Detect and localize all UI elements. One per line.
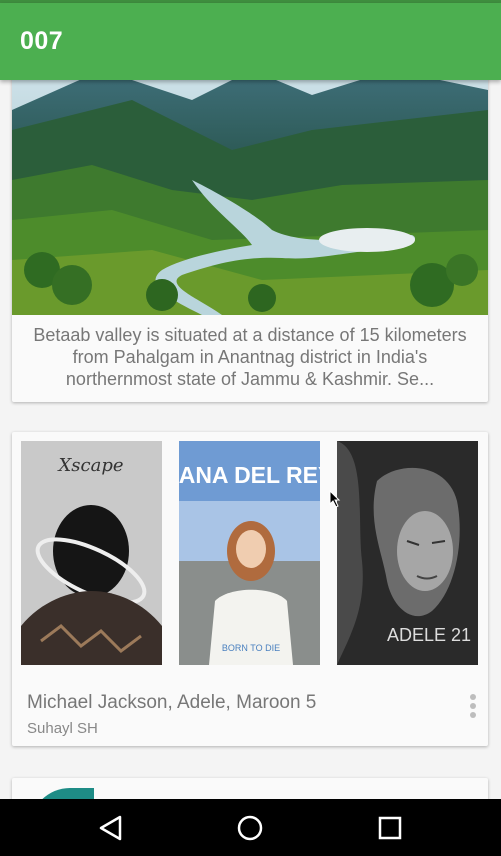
cover-1-title: Xscape [56, 455, 123, 476]
navigation-bar [0, 799, 501, 856]
mouse-cursor-icon [329, 489, 341, 508]
next-card-image [30, 788, 94, 799]
album-cover-adele[interactable]: ADELE 21 [337, 441, 478, 665]
album-cover-lana-del-rey[interactable]: LANA DEL REY BORN TO DIE [179, 441, 320, 665]
app-title: 007 [20, 27, 64, 55]
album-card[interactable]: Xscape LANA DEL REY BORN TO DIE [12, 432, 488, 746]
next-card[interactable] [12, 778, 488, 799]
app-bar: 007 [0, 3, 501, 80]
album-cover-michael-jackson[interactable]: Xscape [21, 441, 162, 665]
post-card[interactable]: Betaab valley is situated at a distance … [12, 80, 488, 402]
album-names: Michael Jackson, Adele, Maroon 5 [27, 692, 317, 713]
more-options-icon[interactable] [468, 694, 478, 724]
back-icon[interactable] [96, 813, 126, 843]
feed-list[interactable]: Betaab valley is situated at a distance … [0, 80, 501, 799]
cover-3-title: ADELE 21 [387, 625, 471, 645]
recents-icon[interactable] [375, 813, 405, 843]
cover-2-subtitle: BORN TO DIE [222, 643, 280, 653]
post-caption: Betaab valley is situated at a distance … [33, 325, 467, 389]
valley-photo [12, 80, 488, 315]
cover-2-title: LANA DEL REY [179, 462, 320, 488]
album-author: Suhayl SH [27, 720, 98, 737]
home-icon[interactable] [235, 813, 265, 843]
